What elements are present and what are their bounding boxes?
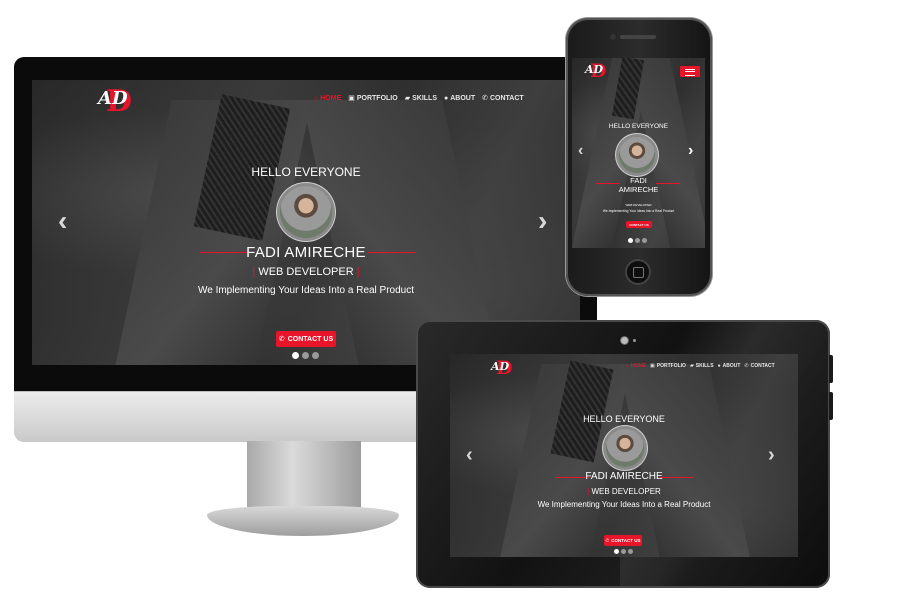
nav-portfolio[interactable]: ▣ PORTFOLIO [348, 94, 397, 103]
tablet-side-button [829, 392, 833, 420]
slider-prev-arrow[interactable]: ‹ [466, 444, 473, 467]
site-logo[interactable]: D AD [96, 84, 136, 119]
hero-tagline: We Implementing Your Ideas Into a Real P… [602, 209, 675, 213]
hero-name-line2: AMIRECHE [618, 185, 659, 194]
profile-avatar [606, 429, 644, 467]
nav-portfolio[interactable]: ▣ PORTFOLIO [650, 363, 686, 369]
role-text: WEB DEVELOPER [258, 266, 354, 278]
home-icon: ⌂ [314, 94, 319, 102]
slider-dot-3[interactable] [312, 352, 319, 359]
role-bar-right: | [356, 266, 360, 278]
slider-dot-3[interactable] [642, 238, 647, 243]
phone-icon: ✆ [744, 363, 749, 369]
hero-tagline: We Implementing Your Ideas Into a Real P… [537, 500, 711, 509]
slider-dots [614, 549, 633, 554]
slider-dot-1[interactable] [292, 352, 299, 359]
nav-contact[interactable]: ✆ CONTACT [482, 94, 524, 103]
slider-prev-arrow[interactable]: ‹ [578, 142, 583, 160]
hero-name-line1: FADI [630, 176, 647, 185]
nav-home[interactable]: ⌂ HOME [626, 363, 646, 369]
nav-contact[interactable]: ✆ CONTACT [744, 363, 774, 369]
main-navbar: ⌂ HOME ▣ PORTFOLIO ▰ SKILLS ● ABOUT ✆ CONTACT [314, 94, 524, 103]
hero-greeting: HELLO EVERYONE [608, 123, 669, 130]
info-icon: ● [443, 94, 449, 102]
graduation-cap-icon: ▰ [689, 363, 694, 369]
hero-greeting: HELLO EVERYONE [583, 414, 665, 424]
desktop-monitor-stand [247, 441, 361, 511]
nav-home[interactable]: ⌂ HOME [314, 95, 341, 102]
contact-us-button[interactable]: ✆ CONTACT US [276, 331, 336, 347]
slider-dot-2[interactable] [635, 238, 640, 243]
hero-tagline: We Implementing Your Ideas Into a Real P… [197, 285, 415, 296]
hero-name: FADI AMIRECHE [246, 244, 366, 261]
contact-us-button[interactable]: CONTACT US [626, 221, 652, 228]
main-navbar: ⌂ HOME ▣ PORTFOLIO ▰ SKILLS ● ABOUT ✆ CONTACT [626, 363, 775, 369]
info-icon: ● [717, 363, 721, 369]
nav-skills[interactable]: ▰ SKILLS [404, 94, 437, 103]
tablet-screen: D AD ⌂ HOME ▣ PORTFOLIO ▰ SKILLS ● ABOUT ✆ CO… [450, 354, 798, 557]
role-bar-left: | [252, 266, 256, 278]
tablet-camera [621, 337, 628, 344]
slider-prev-arrow[interactable]: ‹ [58, 205, 67, 237]
slider-dot-2[interactable] [621, 549, 626, 554]
briefcase-icon: ▣ [348, 95, 355, 102]
site-logo[interactable]: D AD [490, 357, 514, 379]
nav-skills[interactable]: ▰ SKILLS [690, 363, 714, 369]
phone-icon: ✆ [482, 95, 488, 102]
nav-about[interactable]: ● ABOUT [718, 363, 741, 369]
contact-us-button[interactable]: ✆ CONTACT US [604, 535, 642, 546]
site-logo[interactable]: D AD [584, 60, 608, 82]
slider-next-arrow[interactable]: › [538, 205, 547, 237]
phone-icon: ✆ [278, 336, 285, 343]
slider-dot-1[interactable] [628, 238, 633, 243]
role-bar-left: | [587, 487, 590, 496]
phone-home-button[interactable] [625, 259, 651, 285]
hero-role: WEB DEVELOPER [625, 203, 652, 207]
graduation-cap-icon: ▰ [404, 95, 411, 102]
desktop-monitor-base [207, 506, 399, 536]
tablet-sensor [633, 339, 636, 342]
slider-next-arrow[interactable]: › [768, 444, 775, 467]
hero-greeting: HELLO EVERYONE [251, 165, 361, 179]
phone-icon: ✆ [605, 537, 610, 543]
phone-screen: D AD ‹ › HELLO EVERYONE FADI AMIRECHE WE… [572, 58, 705, 248]
phone-speaker [620, 35, 656, 39]
slider-dots [292, 352, 319, 359]
hero-name: FADI AMIRECHE [585, 471, 663, 482]
profile-avatar [280, 186, 332, 238]
slider-dot-1[interactable] [614, 549, 619, 554]
hero-role: | WEB DEVELOPER [450, 487, 798, 496]
role-text: WEB DEVELOPER [591, 487, 661, 496]
profile-avatar [619, 137, 655, 173]
slider-next-arrow[interactable]: › [688, 142, 693, 160]
tablet-side-button [829, 355, 833, 383]
slider-dots [628, 238, 647, 243]
home-icon: ⌂ [626, 363, 630, 369]
slider-dot-2[interactable] [302, 352, 309, 359]
briefcase-icon: ▣ [650, 363, 655, 369]
hero-role: | WEB DEVELOPER | [32, 266, 580, 278]
phone-camera [610, 34, 616, 40]
nav-about[interactable]: ● ABOUT [444, 95, 475, 102]
slider-dot-3[interactable] [628, 549, 633, 554]
menu-toggle-button[interactable] [680, 66, 700, 77]
